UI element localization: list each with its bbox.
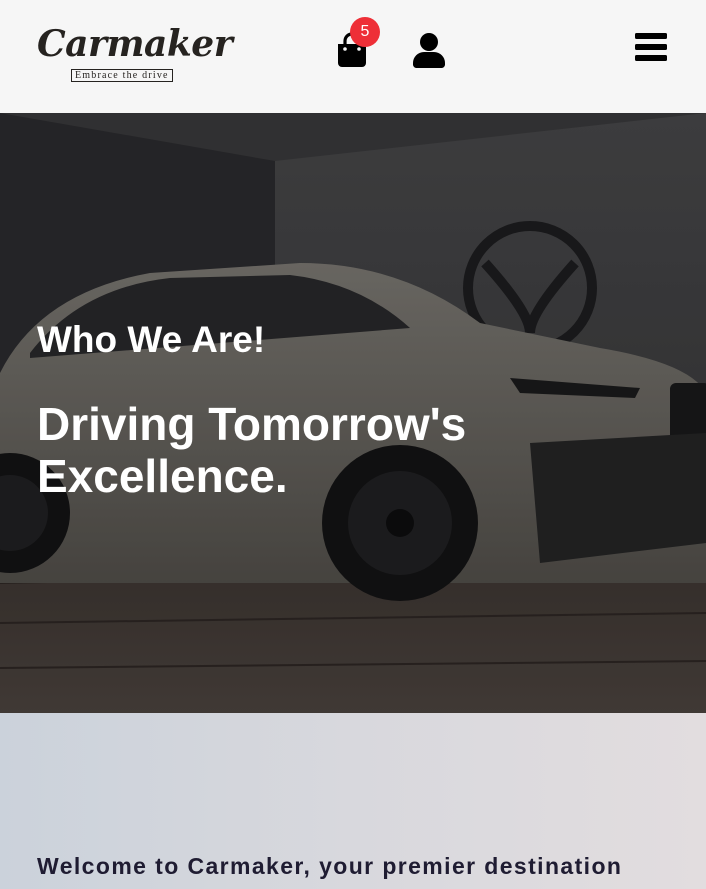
user-icon: [413, 33, 445, 68]
hamburger-menu-icon: [635, 33, 667, 61]
cart-count-badge: 5: [350, 17, 380, 47]
brand-tagline: Embrace the drive: [71, 69, 173, 82]
site-header: Carmaker Embrace the drive 5: [0, 0, 706, 113]
brand-name: Carmaker: [37, 23, 233, 65]
brand-logo[interactable]: Carmaker Embrace the drive: [37, 22, 233, 86]
menu-button[interactable]: [634, 31, 668, 63]
about-intro-text: Welcome to Carmaker, your premier destin…: [37, 853, 623, 879]
hero-banner: Who We Are! Driving Tomorrow's Excellenc…: [0, 113, 706, 713]
account-button[interactable]: [413, 33, 445, 69]
hero-kicker: Who We Are!: [37, 319, 266, 360]
hero-title: Driving Tomorrow's Excellence.: [37, 398, 467, 502]
about-section: Welcome to Carmaker, your premier destin…: [0, 713, 706, 889]
